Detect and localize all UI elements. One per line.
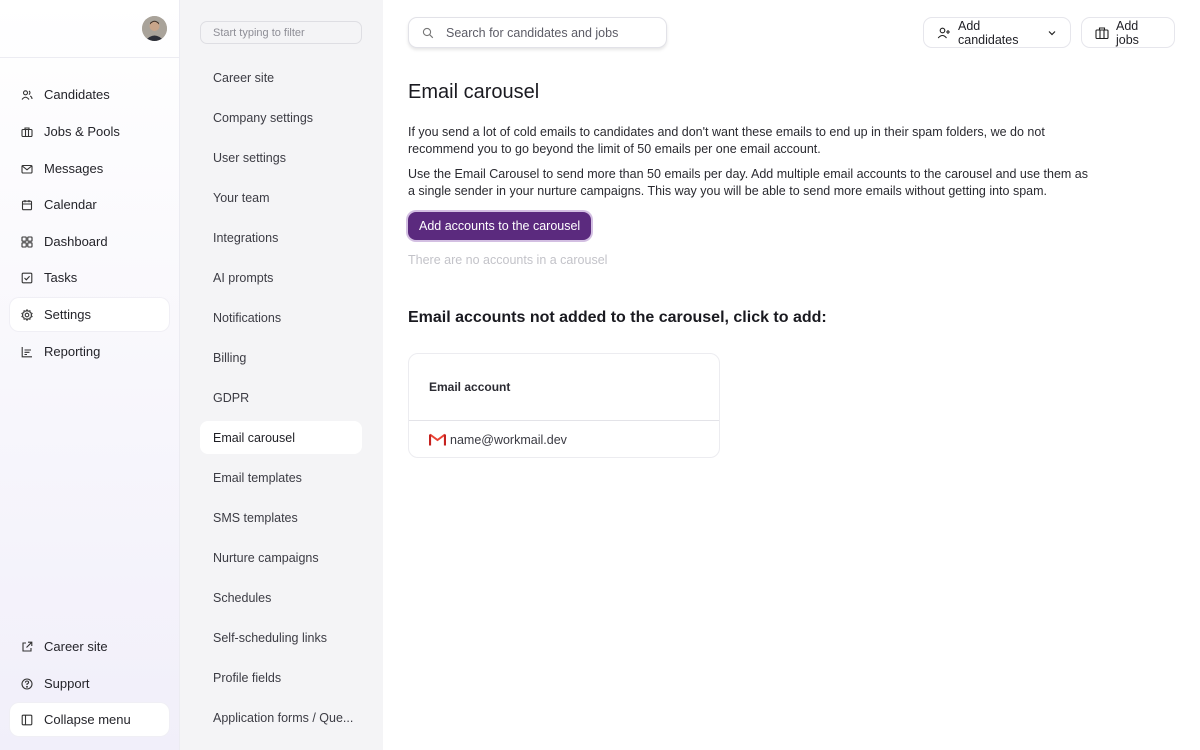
- nav-item-label: Messages: [44, 161, 104, 176]
- collapse-menu-button[interactable]: Collapse menu: [10, 703, 169, 736]
- avatar[interactable]: [142, 16, 167, 41]
- settings-item-notifications[interactable]: Notifications: [200, 301, 362, 334]
- nav-item-label: Collapse menu: [44, 712, 131, 727]
- add-jobs-label: Add jobs: [1116, 18, 1139, 47]
- add-candidates-label: Add candidates: [958, 18, 1019, 47]
- settings-item-sms-templates[interactable]: SMS templates: [200, 501, 362, 534]
- settings-item-your-team[interactable]: Your team: [200, 181, 362, 214]
- briefcase-icon: [1095, 26, 1109, 40]
- nav-item-support[interactable]: Support: [10, 667, 169, 700]
- settings-item-user-settings[interactable]: User settings: [200, 141, 362, 174]
- search-icon: [422, 27, 434, 39]
- nav-item-label: Reporting: [44, 344, 101, 359]
- users-icon: [21, 89, 33, 101]
- nav-item-label: Jobs & Pools: [44, 124, 120, 139]
- nav-item-label: Tasks: [44, 270, 78, 285]
- chart-icon: [21, 346, 33, 358]
- settings-item-billing[interactable]: Billing: [200, 341, 362, 374]
- settings-filter-input[interactable]: [200, 21, 362, 44]
- nav-item-dashboard[interactable]: Dashboard: [10, 225, 169, 258]
- nav-item-career-site[interactable]: Career site: [10, 630, 169, 663]
- settings-item-ai-prompts[interactable]: AI prompts: [200, 261, 362, 294]
- nav-item-reporting[interactable]: Reporting: [10, 335, 169, 368]
- nav-item-calendar[interactable]: Calendar: [10, 188, 169, 221]
- mail-icon: [21, 163, 33, 175]
- external-link-icon: [21, 641, 33, 653]
- main-content: Add candidates Add jobs Email carousel I…: [383, 0, 1200, 750]
- gmail-icon: [429, 433, 446, 446]
- sidebar-collapse-icon: [21, 714, 33, 726]
- nav-item-jobs-pools[interactable]: Jobs & Pools: [10, 115, 169, 148]
- settings-item-profile-fields[interactable]: Profile fields: [200, 661, 362, 694]
- settings-item-company-settings[interactable]: Company settings: [200, 101, 362, 134]
- nav-item-tasks[interactable]: Tasks: [10, 261, 169, 294]
- settings-item-nurture-campaigns[interactable]: Nurture campaigns: [200, 541, 362, 574]
- table-row[interactable]: name@workmail.dev: [409, 421, 719, 457]
- column-header-email-account: Email account: [429, 380, 511, 394]
- settings-item-integrations[interactable]: Integrations: [200, 221, 362, 254]
- help-icon: [21, 677, 33, 690]
- settings-item-career-site[interactable]: Career site: [200, 61, 362, 94]
- settings-item-self-scheduling-links[interactable]: Self-scheduling links: [200, 621, 362, 654]
- global-search[interactable]: [408, 17, 667, 48]
- nav-item-label: Settings: [44, 307, 91, 322]
- chevron-down-icon: [1047, 28, 1057, 38]
- user-plus-icon: [937, 26, 951, 40]
- nav-item-label: Dashboard: [44, 234, 108, 249]
- available-accounts-heading: Email accounts not added to the carousel…: [408, 309, 827, 326]
- email-account-address: name@workmail.dev: [450, 432, 567, 447]
- page-title: Email carousel: [408, 81, 540, 103]
- nav-item-label: Support: [44, 676, 90, 691]
- main-sidebar: Candidates Jobs & Pools Messages Calenda…: [0, 0, 180, 750]
- usage-paragraph: Use the Email Carousel to send more than…: [408, 167, 1088, 198]
- empty-carousel-note: There are no accounts in a carousel: [408, 253, 608, 267]
- settings-item-email-templates[interactable]: Email templates: [200, 461, 362, 494]
- add-jobs-button[interactable]: Add jobs: [1081, 17, 1175, 48]
- nav-item-candidates[interactable]: Candidates: [10, 78, 169, 111]
- settings-item-application-forms[interactable]: Application forms / Que...: [200, 701, 362, 734]
- nav-item-settings[interactable]: Settings: [10, 298, 169, 331]
- table-header: Email account: [409, 354, 719, 421]
- settings-item-email-carousel[interactable]: Email carousel: [200, 421, 362, 454]
- gear-icon: [21, 308, 33, 321]
- calendar-icon: [21, 199, 33, 211]
- intro-paragraph: If you send a lot of cold emails to cand…: [408, 125, 1045, 156]
- dashboard-icon: [21, 235, 33, 248]
- sidebar-header: [0, 0, 179, 58]
- briefcase-icon: [21, 126, 33, 138]
- add-accounts-to-carousel-button[interactable]: Add accounts to the carousel: [408, 212, 592, 240]
- settings-item-schedules[interactable]: Schedules: [200, 581, 362, 614]
- add-candidates-button[interactable]: Add candidates: [923, 17, 1071, 48]
- task-check-icon: [21, 272, 33, 284]
- nav-item-label: Career site: [44, 639, 108, 654]
- search-input[interactable]: [446, 25, 656, 40]
- nav-item-label: Calendar: [44, 197, 97, 212]
- settings-menu: Career site Company settings User settin…: [180, 0, 383, 750]
- nav-item-label: Candidates: [44, 87, 110, 102]
- settings-item-gdpr[interactable]: GDPR: [200, 381, 362, 414]
- email-accounts-table: Email account name@workmail.dev: [408, 353, 720, 458]
- nav-item-messages[interactable]: Messages: [10, 152, 169, 185]
